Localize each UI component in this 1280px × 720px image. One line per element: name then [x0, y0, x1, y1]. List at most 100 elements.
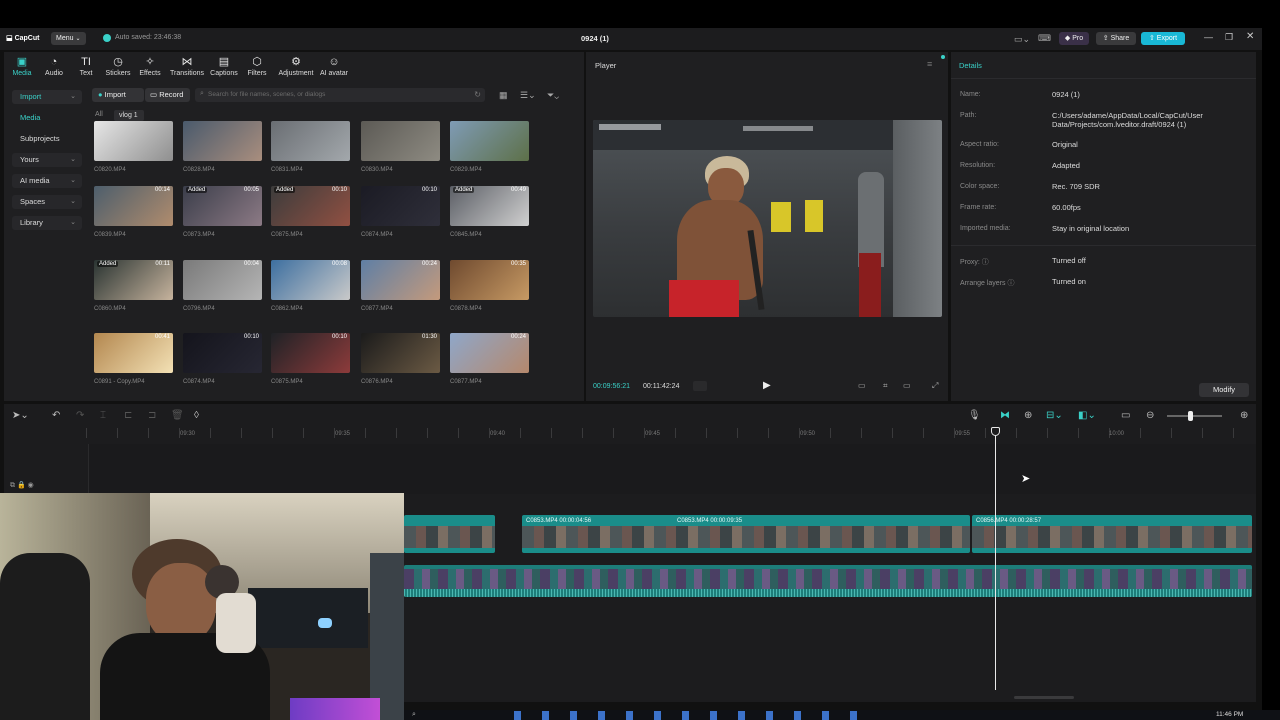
media-thumbnail[interactable]: Added 00:10 — [271, 186, 350, 226]
marker-icon[interactable]: ◊ — [194, 410, 199, 421]
media-thumbnail[interactable] — [361, 121, 440, 161]
taskbar-app-icons[interactable] — [514, 711, 874, 720]
snap-icon[interactable]: ⊟⌄ — [1046, 410, 1063, 421]
media-filename: C0829.MP4 — [450, 167, 482, 173]
video-clip[interactable]: C0856.MP4 00:00:28:57 — [972, 515, 1252, 553]
delete-icon[interactable]: 🗑 — [171, 410, 184, 421]
tool-ai-avatar[interactable]: ☺ AI avatar — [315, 56, 353, 77]
media-thumbnail[interactable] — [94, 121, 173, 161]
quality-icon[interactable]: ▭ — [858, 381, 866, 390]
media-thumbnail[interactable]: Added 00:49 — [450, 186, 529, 226]
zoom-slider[interactable] — [1167, 415, 1222, 417]
media-thumbnail[interactable]: 00:35 — [450, 260, 529, 300]
fullscreen-icon[interactable]: ⤢ — [932, 381, 938, 391]
time-ruler[interactable] — [86, 428, 1254, 438]
refresh-icon[interactable]: ↻ — [474, 90, 481, 99]
link-icon[interactable]: ⊕ — [1024, 410, 1032, 421]
filter-icon[interactable]: ⏷⌄ — [547, 90, 559, 101]
record-button[interactable]: ▭ Record — [145, 88, 190, 102]
zoom-out-icon[interactable]: ⊖ — [1146, 410, 1154, 421]
video-preview[interactable] — [593, 120, 942, 317]
media-thumbnail[interactable]: 00:24 — [450, 333, 529, 373]
detail-value[interactable]: Turned off — [1052, 256, 1086, 265]
split-left-icon[interactable]: ⊏ — [124, 410, 132, 421]
video-clip[interactable]: C0853.MP4 00:00:04:56 C0853.MP4 00:00:09… — [522, 515, 970, 553]
close-icon[interactable]: ✕ — [1246, 31, 1254, 42]
eye-icon[interactable]: ◉ — [28, 482, 34, 489]
overlay-clip[interactable] — [404, 565, 1252, 597]
filter-folder[interactable]: vlog 1 — [114, 110, 144, 121]
tool-transitions[interactable]: ⋈ Transitions — [170, 56, 204, 77]
undo-icon[interactable]: ↶ — [52, 410, 60, 421]
play-icon[interactable]: ▶ — [763, 380, 771, 391]
media-thumbnail[interactable]: Added 00:11 — [94, 260, 173, 300]
leftnav-ai-media[interactable]: AI media ⌄ — [12, 174, 82, 188]
media-thumbnail[interactable] — [450, 121, 529, 161]
shortcuts-icon[interactable]: ⌨ — [1038, 33, 1051, 44]
split-right-icon[interactable]: ⊐ — [148, 410, 156, 421]
media-thumbnail[interactable]: 00:24 — [361, 260, 440, 300]
media-thumbnail[interactable]: 00:08 — [271, 260, 350, 300]
redo-icon[interactable]: ↷ — [76, 410, 84, 421]
export-button[interactable]: ⇧ Export — [1141, 32, 1185, 45]
tool-effects[interactable]: ✧ Effects — [133, 56, 167, 77]
sort-icon[interactable]: ☰⌄ — [520, 90, 536, 101]
tool-audio[interactable]: ◔ Audio — [37, 56, 71, 77]
lock-icon[interactable]: 🔒 — [17, 482, 26, 489]
ratio-icon[interactable]: ▭ — [903, 381, 911, 390]
video-clip[interactable] — [404, 515, 495, 553]
leftnav-media[interactable]: Media — [12, 111, 82, 125]
crop-icon[interactable]: ⌗ — [883, 381, 888, 391]
layout-icon[interactable]: ▭⌄ — [1014, 34, 1030, 45]
tool-adjustment[interactable]: ⚙ Adjustment — [276, 56, 316, 77]
media-thumbnail[interactable] — [183, 121, 262, 161]
sticker-icon: ◷ — [113, 56, 123, 68]
cover-icon[interactable]: ⧉ — [10, 482, 15, 489]
playhead[interactable] — [995, 428, 996, 690]
media-thumbnail[interactable]: Added 00:05 — [183, 186, 262, 226]
maximize-icon[interactable]: ❐ — [1225, 32, 1233, 43]
detail-value[interactable]: Turned on — [1052, 277, 1086, 286]
media-thumbnail[interactable]: 00:41 — [94, 333, 173, 373]
media-thumbnail[interactable] — [271, 121, 350, 161]
tool-filters[interactable]: ⬡ Filters — [240, 56, 274, 77]
split-icon[interactable]: ⌶ — [100, 410, 106, 421]
microphone-icon[interactable]: 🎙 — [968, 410, 981, 421]
grid-view-icon[interactable]: ▦ — [499, 90, 508, 101]
magnet-icon[interactable]: ⧓ — [1000, 410, 1010, 421]
share-button[interactable]: ⇪ Share — [1096, 32, 1136, 45]
filter-all[interactable]: All — [95, 111, 103, 118]
media-thumbnail[interactable]: 00:14 — [94, 186, 173, 226]
modify-button[interactable]: Modify — [1199, 383, 1249, 397]
timecode-toggle[interactable] — [693, 381, 707, 391]
media-thumbnail[interactable]: 00:04 — [183, 260, 262, 300]
leftnav-yours[interactable]: Yours ⌄ — [12, 153, 82, 167]
leftnav-subprojects[interactable]: Subprojects — [12, 132, 82, 146]
import-button[interactable]: ● Import — [92, 88, 144, 102]
empty-track-area — [88, 444, 1256, 494]
pro-button[interactable]: ◆ Pro — [1059, 32, 1089, 45]
tool-stickers[interactable]: ◷ Stickers — [101, 56, 135, 77]
zoom-slider-thumb[interactable] — [1188, 411, 1193, 421]
zoom-in-icon[interactable]: ⊕ — [1240, 410, 1248, 421]
tool-captions[interactable]: ▤ Captions — [207, 56, 241, 77]
tool-text[interactable]: TI Text — [69, 56, 103, 77]
leftnav-import[interactable]: Import ⌄ — [12, 90, 82, 104]
leftnav-spaces[interactable]: Spaces ⌄ — [12, 195, 82, 209]
search-input[interactable]: ⌕ Search for file names, scenes, or dial… — [195, 88, 485, 102]
leftnav-library[interactable]: Library ⌄ — [12, 216, 82, 230]
media-thumbnail[interactable]: 00:10 — [361, 186, 440, 226]
tool-media[interactable]: ▣ Media — [5, 56, 39, 77]
timeline-scrollbar[interactable] — [1014, 696, 1074, 699]
media-thumbnail[interactable]: 00:10 — [271, 333, 350, 373]
media-thumbnail[interactable]: 00:10 — [183, 333, 262, 373]
hamburger-icon[interactable]: ≡ — [927, 59, 932, 69]
minimize-icon[interactable]: — — [1204, 32, 1213, 42]
preview-axis-icon[interactable]: ◧⌄ — [1078, 410, 1096, 421]
caption-toggle-icon[interactable]: ▭ — [1121, 410, 1130, 421]
playhead-handle[interactable] — [991, 427, 1000, 436]
select-tool-icon[interactable]: ➤⌄ — [12, 410, 29, 421]
media-thumbnail[interactable]: 01:30 — [361, 333, 440, 373]
search-icon[interactable]: ⌕ — [412, 711, 416, 719]
menu-button[interactable]: Menu ⌄ — [51, 32, 86, 45]
